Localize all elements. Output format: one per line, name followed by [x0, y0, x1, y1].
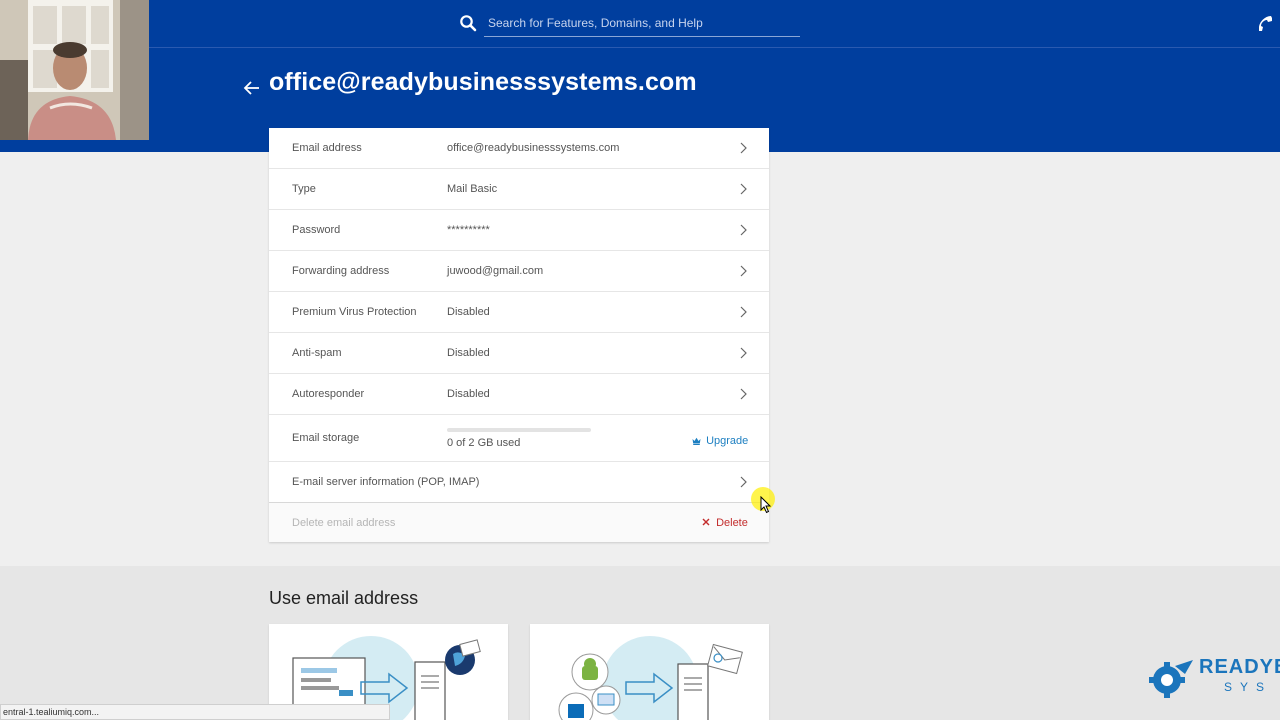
row-label: E-mail server information (POP, IMAP) [292, 476, 480, 488]
mobile-client-illustration [558, 636, 743, 720]
search-bar [459, 9, 801, 38]
crown-icon [692, 437, 701, 445]
back-arrow-icon[interactable] [243, 79, 261, 97]
row-server-information[interactable]: E-mail server information (POP, IMAP) [269, 462, 769, 502]
chevron-right-icon [740, 388, 747, 400]
chevron-right-icon [740, 183, 747, 195]
row-type[interactable]: Type Mail Basic [269, 169, 769, 210]
row-label: Email address [292, 142, 362, 154]
mouse-cursor-icon [760, 496, 772, 514]
row-value: Mail Basic [447, 183, 498, 195]
row-value: Disabled [447, 347, 490, 359]
section-title: Use email address [269, 588, 419, 608]
brand-ready-text: READYB [1199, 656, 1280, 678]
chevron-right-icon [740, 306, 747, 318]
chevron-right-icon [740, 476, 747, 488]
status-bar-url: entral-1.tealiumiq.com... [0, 704, 390, 720]
top-navigation-bar [0, 0, 1280, 48]
row-email-storage: Email storage 0 of 2 GB used Upgrade [269, 415, 769, 462]
row-value: Disabled [447, 306, 490, 318]
close-icon [702, 518, 710, 526]
mobile-client-card[interactable] [530, 624, 769, 720]
webcam-overlay [0, 0, 149, 140]
upgrade-link[interactable]: Upgrade [692, 435, 748, 447]
chevron-right-icon [740, 265, 747, 277]
row-label: Forwarding address [292, 265, 390, 277]
row-value: Disabled [447, 388, 490, 400]
webcam-image [0, 0, 149, 140]
phone-icon[interactable] [1255, 14, 1275, 34]
delete-button[interactable]: Delete [702, 517, 748, 529]
row-value: ********** [447, 224, 490, 236]
row-label: Anti-spam [292, 347, 342, 359]
storage-progress-bar [447, 428, 591, 432]
use-email-section: Use email address [0, 566, 1280, 720]
search-input[interactable] [484, 9, 800, 37]
chevron-right-icon [740, 224, 747, 236]
row-premium-virus-protection[interactable]: Premium Virus Protection Disabled [269, 292, 769, 333]
row-password[interactable]: Password ********** [269, 210, 769, 251]
row-label: Premium Virus Protection [292, 306, 417, 318]
row-autoresponder[interactable]: Autoresponder Disabled [269, 374, 769, 415]
page-title: office@readybusinesssystems.com [269, 68, 697, 96]
upgrade-label: Upgrade [706, 435, 749, 447]
row-label: Type [292, 183, 316, 195]
row-email-address[interactable]: Email address office@readybusinesssystem… [269, 128, 769, 169]
row-value: juwood@gmail.com [447, 265, 544, 277]
brand-logo: READYB SYS [1145, 656, 1280, 700]
row-anti-spam[interactable]: Anti-spam Disabled [269, 333, 769, 374]
row-label: Autoresponder [292, 388, 365, 400]
storage-used-text: 0 of 2 GB used [447, 437, 521, 449]
delete-email-row: Delete email address Delete [269, 502, 769, 542]
email-details-panel: Email address office@readybusinesssystem… [269, 128, 769, 542]
brand-sys-text: SYS [1224, 680, 1273, 694]
chevron-right-icon [740, 142, 747, 154]
row-value: office@readybusinesssystems.com [447, 142, 620, 154]
chevron-right-icon [740, 347, 747, 359]
delete-email-label: Delete email address [292, 517, 396, 529]
gear-logo-icon [1149, 660, 1193, 698]
row-label: Password [292, 224, 341, 236]
row-label: Email storage [292, 432, 360, 444]
delete-button-label: Delete [716, 517, 748, 529]
search-icon[interactable] [459, 14, 477, 32]
row-forwarding-address[interactable]: Forwarding address juwood@gmail.com [269, 251, 769, 292]
